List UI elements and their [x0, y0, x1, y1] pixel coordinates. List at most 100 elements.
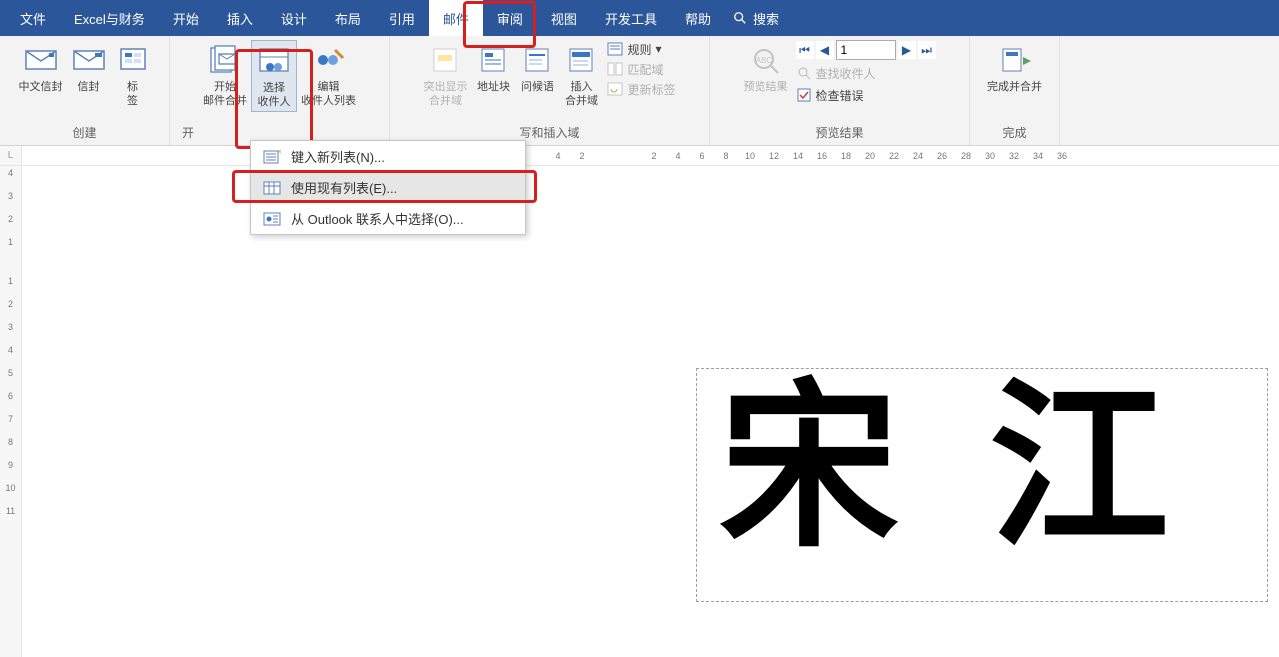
update-labels-label: 更新标签	[627, 81, 675, 98]
rules-label: 规则	[627, 41, 651, 58]
mail-merge-icon	[207, 42, 243, 78]
tab-reference[interactable]: 引用	[375, 0, 429, 36]
search-icon	[796, 64, 812, 82]
match-fields-label: 匹配域	[627, 61, 663, 78]
greeting-line-button[interactable]: 问候语	[515, 40, 559, 96]
address-block-button[interactable]: 地址块	[471, 40, 515, 96]
ruler-tick: 30	[978, 151, 1002, 161]
edit-recipients-label: 编辑 收件人列表	[301, 80, 356, 108]
ruler-tick: 26	[930, 151, 954, 161]
ruler-tick: 2	[642, 151, 666, 161]
ruler-tick: 28	[954, 151, 978, 161]
preview-results-button: ABC 预览结果	[740, 40, 792, 96]
tab-file[interactable]: 文件	[6, 0, 60, 36]
ruler-tick: 3	[8, 191, 13, 208]
dropdown-outlook-contacts[interactable]: 从 Outlook 联系人中选择(O)...	[251, 203, 525, 234]
tab-view[interactable]: 视图	[537, 0, 591, 36]
highlight-merge-field-button: 突出显示 合并域	[419, 40, 471, 110]
label-label: 标 签	[127, 80, 138, 108]
rules-button[interactable]: 规则 ▾	[607, 40, 675, 58]
ruler-tick: 8	[8, 437, 13, 454]
insert-merge-icon	[563, 42, 599, 78]
ruler-tick: 8	[714, 151, 738, 161]
highlight-icon	[427, 42, 463, 78]
envelope-icon	[23, 42, 59, 78]
text-box[interactable]: 宋江	[696, 368, 1268, 602]
chinese-envelope-button[interactable]: 中文信封	[15, 40, 67, 96]
horizontal-ruler[interactable]: 24224681012141618202224262830323436	[22, 151, 1279, 161]
insert-merge-field-button[interactable]: 插入 合并域	[559, 40, 603, 110]
dropdown-new-list-label: 键入新列表(N)...	[291, 147, 385, 166]
svg-text:ABC: ABC	[755, 56, 772, 65]
big-text: 宋江	[719, 379, 1245, 559]
new-list-icon: ✎	[263, 149, 281, 165]
ruler-tick: 4	[546, 151, 570, 161]
ruler-tick: 5	[8, 368, 13, 385]
vertical-ruler[interactable]: 43211234567891011	[0, 166, 22, 657]
tab-design[interactable]: 设计	[267, 0, 321, 36]
select-recipients-button[interactable]: 选择 收件人	[251, 40, 297, 112]
search-icon	[733, 11, 747, 25]
finish-icon	[997, 42, 1033, 78]
start-mail-merge-button[interactable]: 开始 邮件合并	[199, 40, 251, 110]
dropdown-new-list[interactable]: ✎ 键入新列表(N)...	[251, 141, 525, 172]
preview-results-label: 预览结果	[744, 80, 788, 94]
tab-layout[interactable]: 布局	[321, 0, 375, 36]
update-labels-button: 更新标签	[607, 80, 675, 98]
tab-help[interactable]: 帮助	[671, 0, 725, 36]
ribbon-tabs: 文件 Excel与财务 开始 插入 设计 布局 引用 邮件 审阅 视图 开发工具…	[0, 0, 1279, 36]
ruler-tick: 16	[810, 151, 834, 161]
envelope-icon	[71, 42, 107, 78]
tab-review[interactable]: 审阅	[483, 0, 537, 36]
ruler-tick: 22	[882, 151, 906, 161]
tab-mail[interactable]: 邮件	[429, 0, 483, 36]
document-area: 43211234567891011 宋江	[0, 166, 1279, 657]
ruler-tick: 20	[858, 151, 882, 161]
group-create-label: 创建	[8, 124, 161, 141]
finish-merge-button[interactable]: 完成并合并	[983, 40, 1046, 96]
edit-recipients-icon	[311, 42, 347, 78]
ruler-tick: 18	[834, 151, 858, 161]
greeting-label: 问候语	[521, 80, 554, 94]
envelope-label: 信封	[78, 80, 100, 94]
last-record-button[interactable]: ⏭	[918, 41, 936, 59]
label-icon	[115, 42, 151, 78]
ruler-tick: 4	[666, 151, 690, 161]
ruler-tick: 1	[8, 237, 13, 254]
update-labels-icon	[607, 80, 623, 98]
group-finish-label: 完成	[978, 124, 1051, 141]
rules-icon	[607, 40, 623, 58]
ruler-tick: 3	[8, 322, 13, 339]
existing-list-icon	[263, 180, 281, 196]
document-page[interactable]: 宋江	[22, 166, 1279, 657]
finish-merge-label: 完成并合并	[987, 80, 1042, 94]
prev-record-button[interactable]: ◀	[816, 41, 834, 59]
ruler-bar: L 24224681012141618202224262830323436	[0, 146, 1279, 166]
tab-start[interactable]: 开始	[159, 0, 213, 36]
address-block-label: 地址块	[477, 80, 510, 94]
first-record-button[interactable]: ⏮	[796, 41, 814, 59]
dropdown-existing-list[interactable]: 使用现有列表(E)...	[251, 172, 525, 203]
ruler-tick: 32	[1002, 151, 1026, 161]
tab-dev[interactable]: 开发工具	[591, 0, 671, 36]
next-record-button[interactable]: ▶	[898, 41, 916, 59]
record-number-input[interactable]	[836, 40, 896, 60]
address-block-icon	[475, 42, 511, 78]
search-wrap[interactable]: 搜索	[733, 9, 779, 28]
ruler-tick: 6	[8, 391, 13, 408]
check-errors-button[interactable]: 检查错误	[796, 86, 936, 104]
greeting-icon	[519, 42, 555, 78]
tab-insert[interactable]: 插入	[213, 0, 267, 36]
label-button[interactable]: 标 签	[111, 40, 155, 110]
svg-text:✎: ✎	[278, 150, 281, 157]
preview-icon: ABC	[748, 42, 784, 78]
ruler-tick: 14	[786, 151, 810, 161]
tab-excel-finance[interactable]: Excel与财务	[60, 0, 159, 36]
ruler-tick: 4	[8, 168, 13, 185]
envelope-button[interactable]: 信封	[67, 40, 111, 96]
ruler-tick: 1	[8, 276, 13, 293]
ruler-tick: 4	[8, 345, 13, 362]
find-recipient-button: 查找收件人	[796, 64, 936, 82]
group-preview-label: 预览结果	[718, 124, 961, 141]
edit-recipients-button[interactable]: 编辑 收件人列表	[297, 40, 360, 110]
